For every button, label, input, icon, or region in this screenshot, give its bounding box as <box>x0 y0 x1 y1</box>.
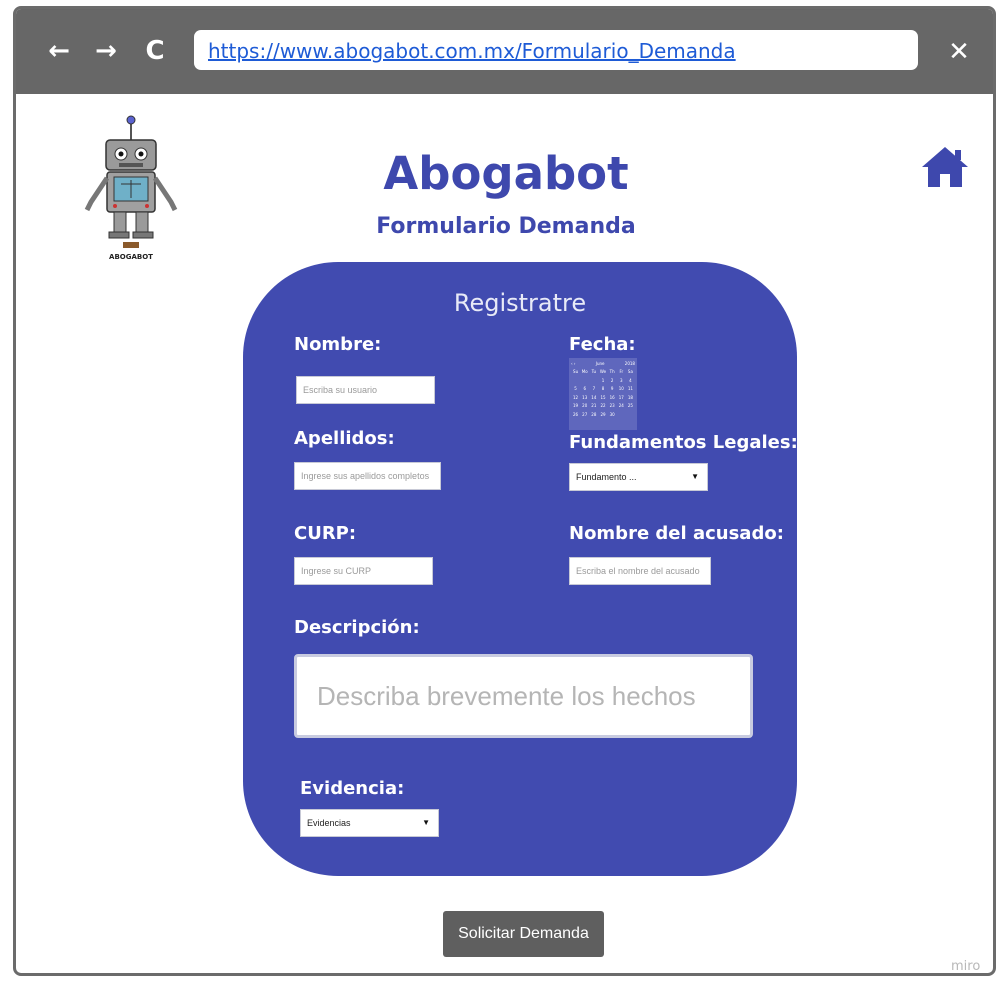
acusado-input[interactable]: Escriba el nombre del acusado <box>569 557 711 585</box>
dropdown-arrow-icon: ▼ <box>422 818 430 827</box>
forward-arrow-icon[interactable]: → <box>91 36 121 66</box>
calendar-month: June <box>595 361 605 366</box>
acusado-label: Nombre del acusado: <box>569 523 784 544</box>
reload-icon[interactable]: C <box>140 36 170 66</box>
evidencia-label: Evidencia: <box>300 778 405 799</box>
calendar-year: 2018 <box>624 361 635 366</box>
calendar-week[interactable]: 26 27 28 29 30 <box>571 411 635 420</box>
fundamentos-select[interactable]: Fundamento ... ▼ <box>569 463 708 491</box>
calendar-week[interactable]: 5 6 7 8 9 10 11 <box>571 385 635 394</box>
browser-window: ← → C https://www.abogabot.com.mx/Formul… <box>13 6 996 976</box>
calendar-weekdays: Su Mo Tu We Th Fr Sa <box>573 369 633 374</box>
fecha-label: Fecha: <box>569 334 636 355</box>
address-bar[interactable]: https://www.abogabot.com.mx/Formulario_D… <box>194 30 918 70</box>
calendar-nav-icon[interactable]: ‹ › <box>571 360 575 368</box>
curp-input[interactable]: Ingrese su CURP <box>294 557 433 585</box>
back-arrow-icon[interactable]: ← <box>44 36 74 66</box>
logo-text: ABOGABOT <box>109 253 153 261</box>
evidencia-select[interactable]: Evidencias ▼ <box>300 809 439 837</box>
nombre-label: Nombre: <box>294 334 382 355</box>
close-icon[interactable]: ✕ <box>944 37 974 67</box>
fundamentos-label: Fundamentos Legales: <box>569 432 798 453</box>
page-title: Abogabot <box>383 147 629 200</box>
date-picker-calendar[interactable]: ‹ › June 2018 Su Mo Tu We Th Fr Sa 1234 567891… <box>569 358 637 430</box>
descripcion-label: Descripción: <box>294 617 420 638</box>
nombre-input[interactable]: Escriba su usuario <box>296 376 435 404</box>
descripcion-textarea[interactable]: Describa brevemente los hechos <box>294 654 753 738</box>
page-subtitle: Formulario Demanda <box>376 214 636 239</box>
form-title: Registratre <box>453 289 587 317</box>
miro-watermark: miro <box>951 959 981 974</box>
home-icon[interactable] <box>920 144 970 190</box>
abogabot-robot-logo: ABOGABOT <box>84 115 178 261</box>
curp-label: CURP: <box>294 523 357 544</box>
registration-form-card: Registratre Nombre: Escriba su usuario A… <box>243 262 798 876</box>
solicitar-demanda-button[interactable]: Solicitar Demanda <box>443 911 604 957</box>
calendar-week[interactable]: 12 13 14 15 16 17 18 <box>571 394 635 403</box>
apellidos-label: Apellidos: <box>294 428 395 449</box>
url-text[interactable]: https://www.abogabot.com.mx/Formulario_D… <box>208 39 736 63</box>
fundamentos-selected: Fundamento ... <box>576 472 637 482</box>
dropdown-arrow-icon: ▼ <box>691 472 699 481</box>
calendar-week[interactable]: 1234 <box>571 377 635 386</box>
evidencia-selected: Evidencias <box>307 818 351 828</box>
calendar-week[interactable]: 19 20 21 22 23 24 25 <box>571 402 635 411</box>
apellidos-input[interactable]: Ingrese sus apellidos completos <box>294 462 441 490</box>
browser-toolbar: ← → C https://www.abogabot.com.mx/Formul… <box>16 9 993 94</box>
